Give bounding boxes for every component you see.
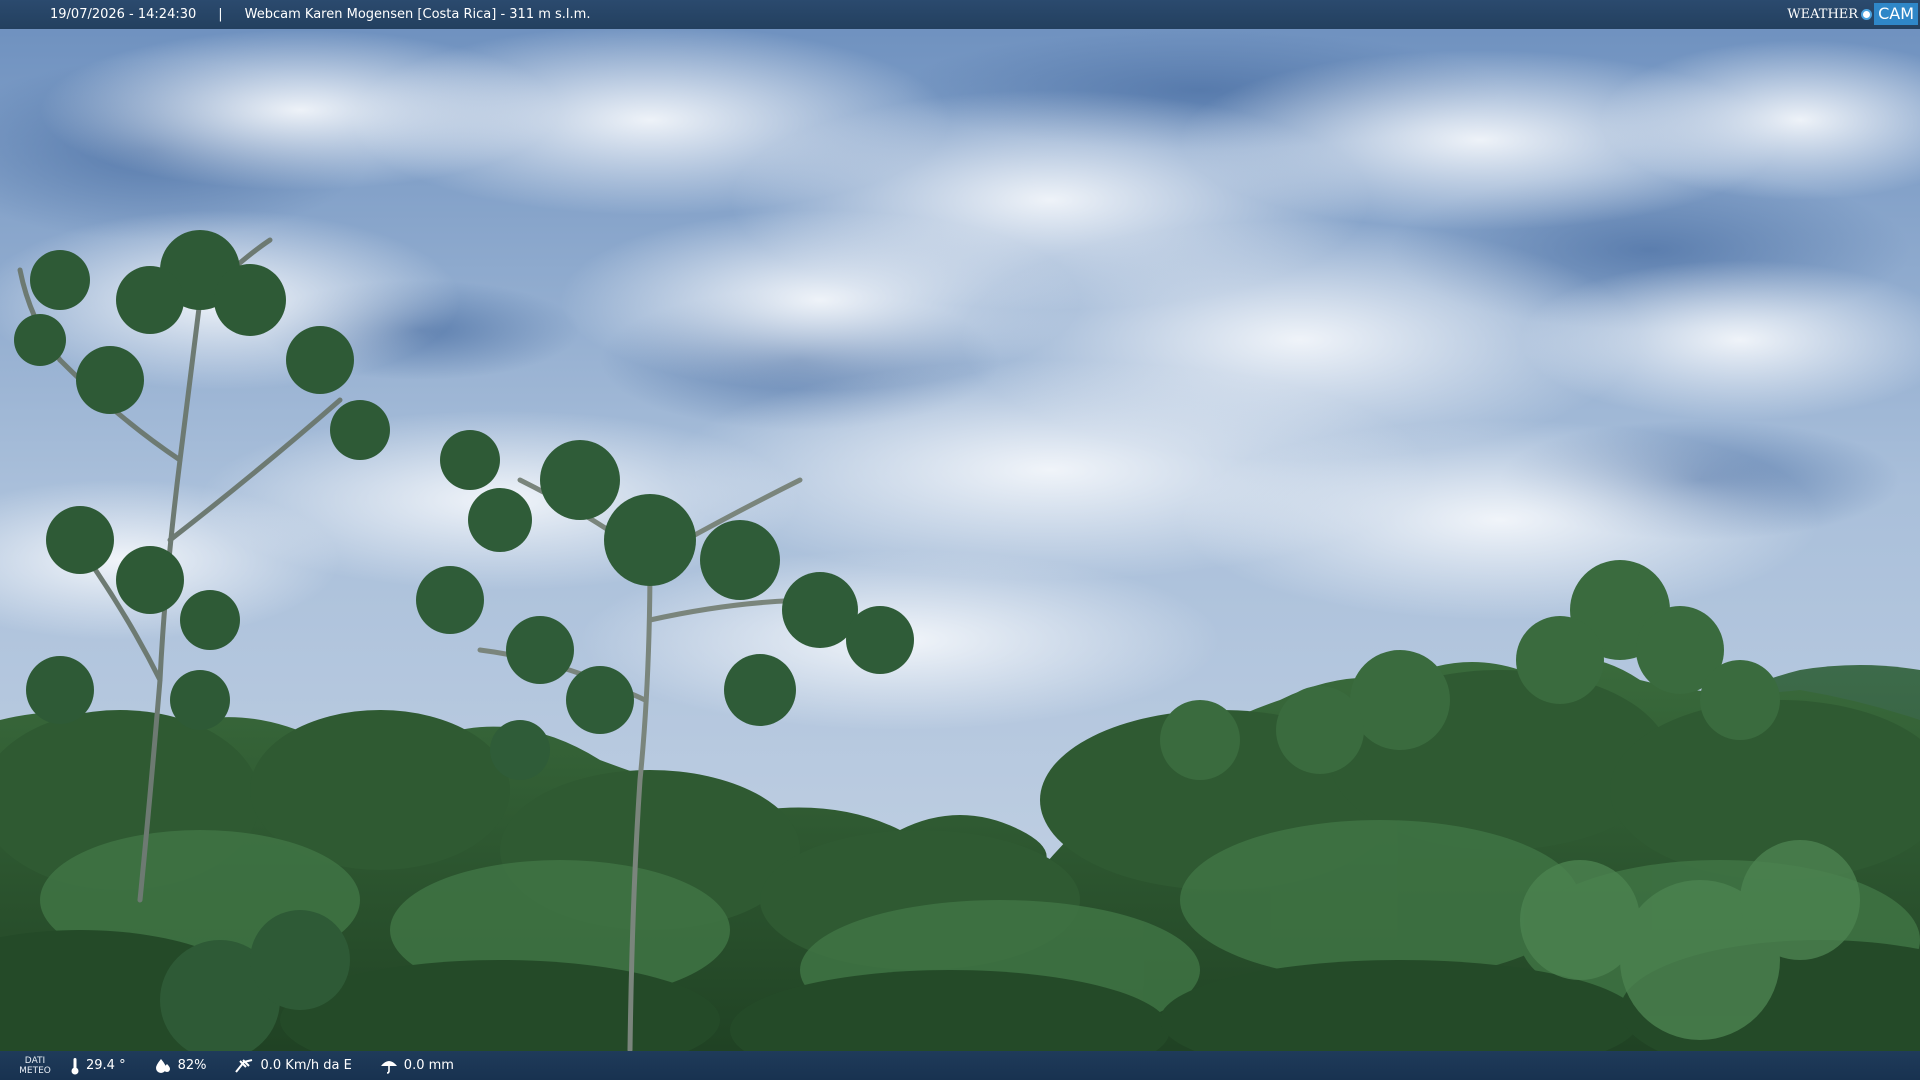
wind-value: 0.0 Km/h da E: [260, 1058, 352, 1073]
rain-value: 0.0 mm: [403, 1058, 454, 1073]
wind-stat: 0.0 Km/h da E: [234, 1058, 352, 1074]
meteo-tag-line2: METEO: [19, 1065, 51, 1076]
temperature-stat: 29.4 °: [70, 1057, 126, 1075]
rain-stat: 0.0 mm: [380, 1058, 454, 1074]
weathercam-logo: WEATHER CAM: [1787, 3, 1918, 25]
meteo-bar: DATI METEO 29.4 ° 82% 0.0 Km/h da E 0.0 …: [0, 1051, 1920, 1080]
temperature-value: 29.4 °: [86, 1058, 126, 1073]
logo-cam-text: CAM: [1874, 3, 1918, 25]
webcam-frame: 19/07/2026 - 14:24:30 | Webcam Karen Mog…: [0, 0, 1920, 1080]
webcam-image: [0, 0, 1920, 1080]
timestamp: 19/07/2026 - 14:24:30: [50, 7, 197, 22]
webcam-title: Webcam Karen Mogensen [Costa Rica] - 311…: [244, 7, 591, 22]
humidity-drop-icon: [155, 1058, 170, 1073]
thermometer-icon: [71, 1057, 79, 1074]
wind-icon: [235, 1058, 253, 1073]
logo-dot-icon: [1861, 8, 1873, 20]
meteo-tag-line1: DATI: [24, 1055, 46, 1066]
logo-weather-text: WEATHER: [1787, 6, 1859, 22]
humidity-value: 82%: [177, 1058, 207, 1073]
meteo-tag: DATI METEO: [0, 1056, 70, 1076]
rain-umbrella-icon: [380, 1060, 397, 1074]
header-separator: |: [218, 7, 223, 22]
humidity-stat: 82%: [154, 1058, 207, 1074]
header-bar: 19/07/2026 - 14:24:30 | Webcam Karen Mog…: [0, 0, 1920, 29]
